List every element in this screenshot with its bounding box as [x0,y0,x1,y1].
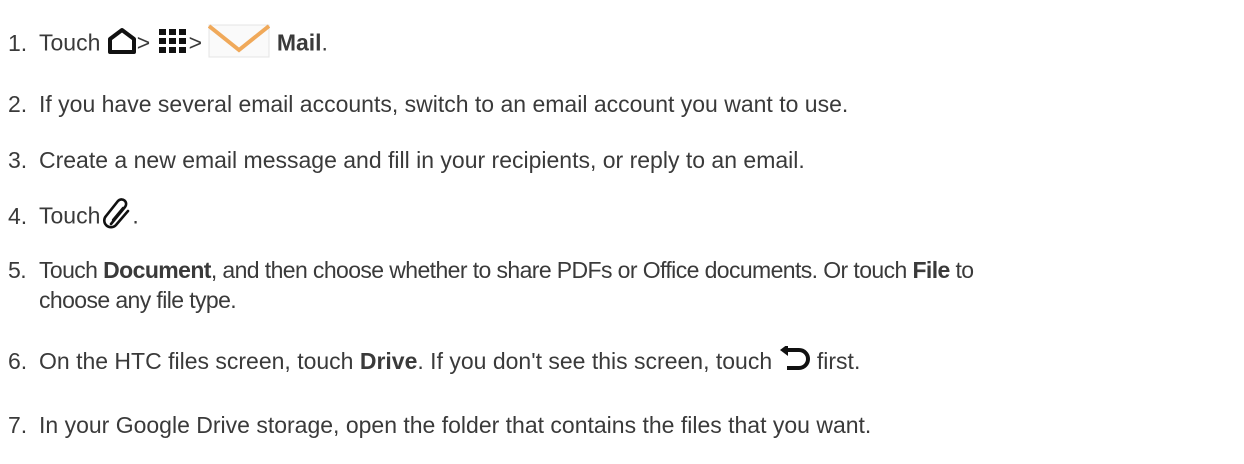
step-text: If you have several email accounts, swit… [39,91,849,117]
step-continuation: choose any file type. [39,287,237,313]
separator: > [188,29,203,56]
step-number: 3. [8,147,28,173]
apps-grid-icon [157,27,189,62]
paperclip-icon [102,198,132,237]
step-text: first. [816,348,861,374]
step-text: to [955,257,975,283]
touch-text: Touch [39,257,98,283]
step-4: 4. Touch . [8,198,1236,237]
document-label: Document [103,257,211,283]
touch-text: Touch [39,202,101,229]
file-label: File [912,257,950,283]
step-number: 2. [8,91,28,117]
step-number: 7. [8,412,28,438]
step-number: 4. [8,202,28,229]
step-5: 5. Touch Document, and then choose whethe… [8,255,1236,315]
home-icon [107,27,137,62]
separator: > [136,29,151,56]
step-text: . If you don't see this screen, touch [417,348,773,374]
period: . [132,202,139,229]
step-number: 6. [8,348,28,374]
step-number: 5. [8,257,27,283]
step-3: 3. Create a new email message and fill in… [8,145,1236,175]
step-number: 1. [8,29,28,56]
step-7: 7. In your Google Drive storage, open the… [8,410,1236,440]
period: . [321,29,328,56]
step-2: 2. If you have several email accounts, sw… [8,89,1236,119]
mail-label: Mail [276,29,322,56]
step-text: On the HTC files screen, touch [39,348,354,374]
step-text: Create a new email message and fill in y… [39,147,805,173]
step-6: 6. On the HTC files screen, touch Drive. … [8,344,1236,379]
step-text: In your Google Drive storage, open the f… [39,412,872,438]
step-1: 1. Touch > > Mail. [8,24,1236,65]
step-text: , and then choose whether to share PDFs … [210,257,907,283]
touch-text: Touch [39,29,101,56]
back-arrow-icon [779,344,811,379]
drive-label: Drive [359,348,418,374]
mail-envelope-icon [208,24,271,65]
